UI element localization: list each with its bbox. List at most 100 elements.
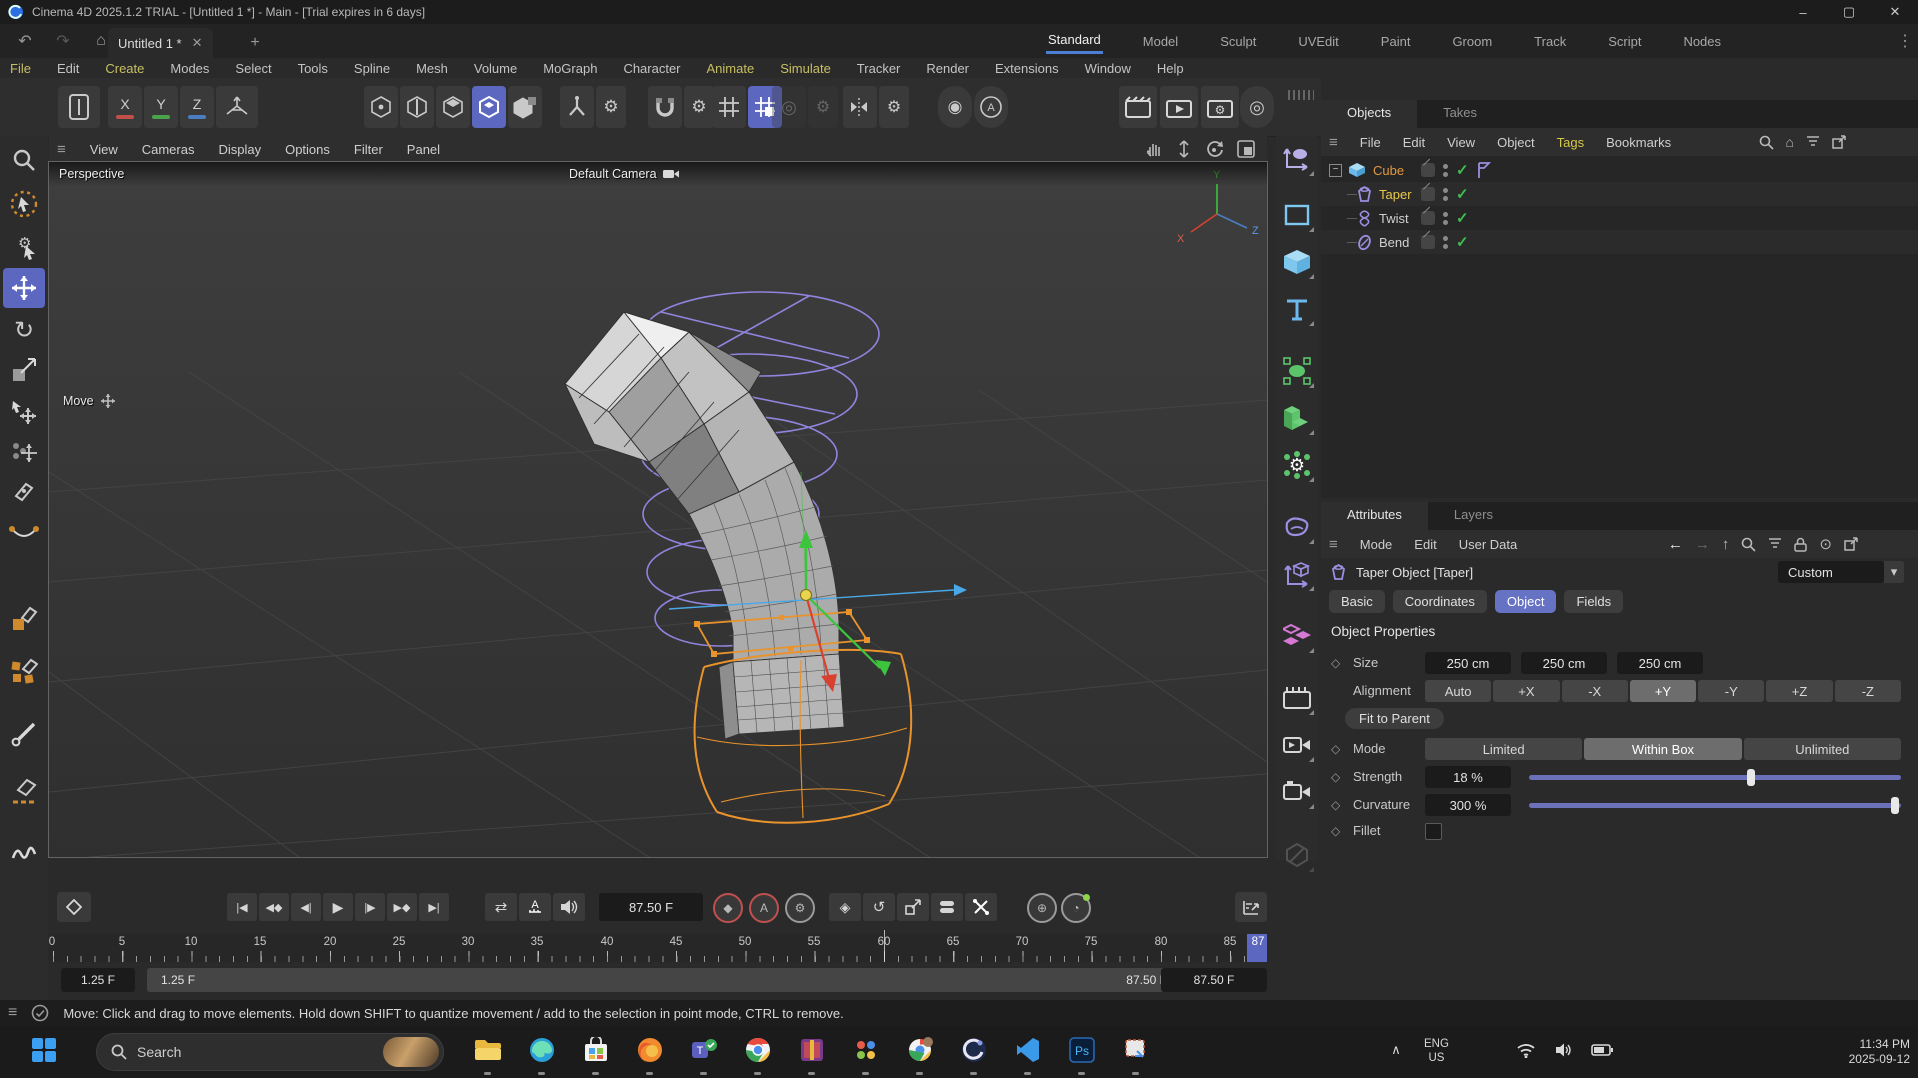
popout-icon[interactable] [1844, 537, 1858, 551]
align-auto[interactable]: Auto [1425, 680, 1491, 702]
move-tool-icon[interactable] [3, 268, 45, 308]
next-key-button[interactable]: ▶◆ [387, 893, 417, 921]
curvature-slider[interactable] [1529, 803, 1901, 808]
cube-editor-dots[interactable] [1443, 164, 1448, 177]
align-minus-x[interactable]: -X [1562, 680, 1628, 702]
subdivision-surface-icon[interactable] [1278, 352, 1316, 390]
cube-visibility-toggle[interactable] [1421, 163, 1435, 177]
section-tab-basic[interactable]: Basic [1329, 590, 1385, 613]
object-name-bend[interactable]: Bend [1379, 235, 1409, 250]
align-plus-x[interactable]: +X [1493, 680, 1559, 702]
taskbar-winrar-icon[interactable] [794, 1032, 830, 1068]
cube-primitive-icon[interactable] [1278, 243, 1316, 281]
menu-help[interactable]: Help [1157, 61, 1184, 76]
size-z-field[interactable]: 250 cm [1617, 652, 1703, 674]
object-name-cube[interactable]: Cube [1373, 163, 1404, 178]
viewport-menu-filter[interactable]: Filter [354, 142, 383, 157]
record-scale-icon[interactable] [897, 893, 929, 921]
size-y-field[interactable]: 250 cm [1521, 652, 1607, 674]
start-button[interactable] [26, 1032, 62, 1068]
am-menu-edit[interactable]: Edit [1414, 537, 1436, 552]
strength-slider-handle[interactable] [1747, 769, 1755, 786]
play-button[interactable]: ▶ [323, 893, 353, 921]
wifi-icon[interactable] [1508, 1032, 1544, 1068]
twist-enabled-check[interactable]: ✓ [1456, 209, 1469, 227]
layout-tab-script[interactable]: Script [1606, 30, 1643, 53]
forward-arrow-icon[interactable]: → [1695, 536, 1710, 553]
record-pla-icon[interactable] [965, 893, 997, 921]
layout-tab-nodes[interactable]: Nodes [1681, 30, 1723, 53]
expand-toggle[interactable]: − [1329, 164, 1342, 177]
camera-object-icon[interactable] [1278, 726, 1316, 764]
align-minus-y[interactable]: -Y [1698, 680, 1764, 702]
taskbar-file-explorer-icon[interactable] [470, 1032, 506, 1068]
tree-row-twist[interactable]: Twist [1321, 206, 1918, 230]
keyframe-preset-button[interactable]: ⊕ [1027, 893, 1057, 923]
taskbar-colors-app-icon[interactable] [848, 1032, 884, 1068]
spline-arc-icon[interactable] [3, 514, 45, 554]
record-button[interactable]: ◆ [713, 893, 743, 923]
menu-window[interactable]: Window [1085, 61, 1131, 76]
target-icon[interactable]: ⊙ [1819, 535, 1832, 553]
timeline-ruler[interactable]: 0 5 10 15 20 25 30 35 40 45 50 55 60 65 … [49, 934, 1267, 962]
dimmed-settings-icon[interactable]: ⚙ [808, 86, 838, 128]
goto-end-button[interactable]: ▶| [419, 893, 449, 921]
mode-unlimited[interactable]: Unlimited [1744, 738, 1901, 760]
loop-playback-button[interactable]: ⇄ [485, 893, 517, 921]
tree-row-cube[interactable]: − Cube [1321, 158, 1918, 182]
render-picture-viewer-icon[interactable] [1160, 86, 1198, 128]
menu-simulate[interactable]: Simulate [780, 61, 831, 76]
scale-tool-icon[interactable] [3, 350, 45, 390]
search-tool-icon[interactable] [3, 140, 45, 180]
lock-y-button[interactable]: Y [144, 86, 178, 128]
text-object-icon[interactable] [1278, 290, 1316, 328]
taper-editor-dots[interactable] [1443, 188, 1448, 201]
section-tab-coordinates[interactable]: Coordinates [1393, 590, 1487, 613]
tray-chevron-icon[interactable]: ∧ [1378, 1032, 1414, 1068]
om-menu-bookmarks[interactable]: Bookmarks [1606, 135, 1671, 150]
kinematics-icon[interactable] [560, 86, 594, 128]
mode-limited[interactable]: Limited [1425, 738, 1582, 760]
mograph-cloner-icon[interactable]: ⚙ [1278, 446, 1316, 484]
menu-select[interactable]: Select [235, 61, 271, 76]
lock-z-button[interactable]: Z [180, 86, 214, 128]
taskbar-capture-tool-icon[interactable] [1118, 1032, 1154, 1068]
align-plus-z[interactable]: +Z [1766, 680, 1832, 702]
menu-mograph[interactable]: MoGraph [543, 61, 597, 76]
preset-dropdown[interactable]: Custom ▾ [1778, 561, 1904, 583]
taskbar-cinema4d-icon[interactable] [956, 1032, 992, 1068]
live-selection-icon[interactable] [3, 184, 45, 224]
tab-layers[interactable]: Layers [1428, 502, 1519, 530]
taskbar-edge-icon[interactable] [524, 1032, 560, 1068]
brush-tool-icon[interactable] [3, 714, 45, 754]
menu-tools[interactable]: Tools [298, 61, 328, 76]
menu-file[interactable]: File [10, 61, 31, 76]
tab-objects[interactable]: Objects [1321, 100, 1417, 128]
volume-icon[interactable] [1546, 1032, 1582, 1068]
render-settings-icon[interactable]: ⚙ [1201, 86, 1239, 128]
camera-selector[interactable]: Default Camera [569, 167, 679, 181]
align-plus-y[interactable]: +Y [1630, 680, 1696, 702]
autokey-button[interactable]: A [749, 893, 779, 923]
menu-modes[interactable]: Modes [170, 61, 209, 76]
layout-tab-standard[interactable]: Standard [1046, 28, 1103, 54]
am-menu-mode[interactable]: Mode [1360, 537, 1393, 552]
quantize-grid-icon[interactable] [712, 86, 746, 128]
layout-tab-groom[interactable]: Groom [1450, 30, 1494, 53]
bend-editor-dots[interactable] [1443, 236, 1448, 249]
popout-icon[interactable] [1832, 135, 1846, 149]
tab-close-icon[interactable]: ✕ [192, 35, 203, 51]
viewport-menu-options[interactable]: Options [285, 142, 330, 157]
taskbar-store-icon[interactable] [578, 1032, 614, 1068]
layout-tab-paint[interactable]: Paint [1379, 30, 1413, 53]
object-name-twist[interactable]: Twist [1379, 211, 1409, 226]
menu-render[interactable]: Render [926, 61, 969, 76]
texture-mode-icon[interactable] [508, 86, 542, 128]
strength-slider[interactable] [1529, 775, 1901, 780]
stage-camera-icon[interactable] [1278, 773, 1316, 811]
tree-row-bend[interactable]: Bend [1321, 230, 1918, 254]
multi-pen-icon[interactable] [3, 650, 45, 690]
menu-edit[interactable]: Edit [57, 61, 79, 76]
edges-mode-icon[interactable] [400, 86, 434, 128]
size-x-field[interactable]: 250 cm [1425, 652, 1511, 674]
